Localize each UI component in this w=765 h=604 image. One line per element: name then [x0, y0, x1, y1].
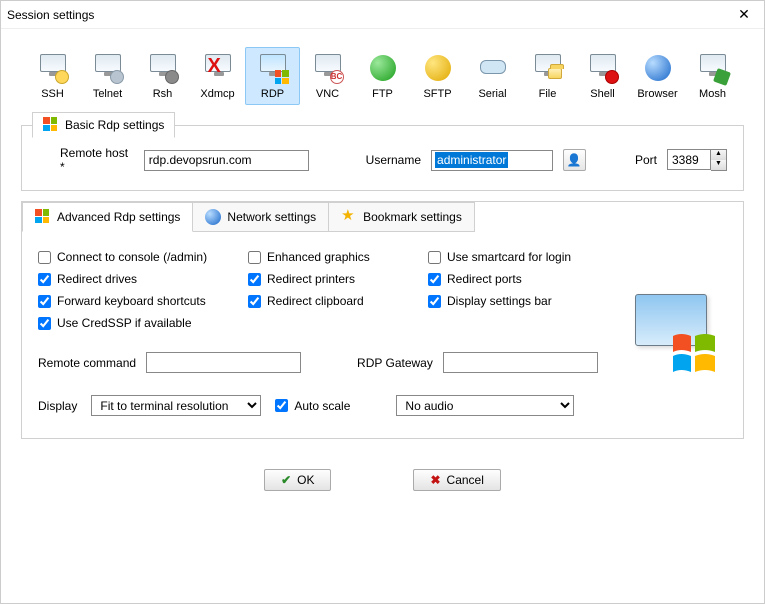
session-type-rsh[interactable]: Rsh [135, 47, 190, 105]
globe-icon [205, 209, 221, 225]
check-forward-keyboard[interactable]: Forward keyboard shortcuts [38, 294, 248, 308]
check-redirect-drives[interactable]: Redirect drives [38, 272, 248, 286]
rdp-gateway-label: RDP Gateway [357, 356, 433, 370]
rdp-gateway-input[interactable] [443, 352, 598, 373]
rdp-icon [43, 117, 59, 133]
remote-host-label: Remote host * [60, 146, 134, 174]
basic-rdp-tab: Basic Rdp settings [32, 112, 175, 138]
dialog-buttons: ✔ OK ✖ Cancel [1, 455, 764, 509]
check-connect-console[interactable]: Connect to console (/admin) [38, 250, 248, 264]
display-select[interactable]: Fit to terminal resolution [91, 395, 261, 416]
tab-bookmark-settings[interactable]: ★ Bookmark settings [328, 202, 475, 232]
port-down[interactable]: ▼ [711, 160, 726, 170]
window-title: Session settings [7, 8, 730, 22]
display-label: Display [38, 399, 77, 413]
tab-network-settings[interactable]: Network settings [192, 202, 329, 232]
username-input[interactable]: administrator [431, 150, 553, 171]
session-type-mosh[interactable]: Mosh [685, 47, 740, 105]
check-auto-scale[interactable]: Auto scale [275, 399, 350, 413]
person-icon: 👤 [567, 153, 582, 167]
remote-host-input[interactable] [144, 150, 309, 171]
port-label: Port [635, 153, 657, 167]
star-icon: ★ [341, 209, 357, 225]
session-type-browser[interactable]: Browser [630, 47, 685, 105]
port-up[interactable]: ▲ [711, 150, 726, 160]
basic-rdp-panel: Basic Rdp settings Remote host * Usernam… [21, 125, 744, 191]
check-redirect-ports[interactable]: Redirect ports [428, 272, 638, 286]
session-type-ssh[interactable]: SSH [25, 47, 80, 105]
settings-tabs-panel: Advanced Rdp settings Network settings ★… [21, 201, 744, 439]
port-input[interactable] [667, 149, 711, 170]
session-type-ftp[interactable]: FTP [355, 47, 410, 105]
port-spinner[interactable]: ▲▼ [667, 149, 727, 171]
ok-button[interactable]: ✔ OK [264, 469, 331, 491]
cross-icon: ✖ [430, 473, 440, 487]
session-type-telnet[interactable]: Telnet [80, 47, 135, 105]
session-type-sftp[interactable]: SFTP [410, 47, 465, 105]
check-icon: ✔ [281, 473, 291, 487]
session-type-shell[interactable]: Shell [575, 47, 630, 105]
session-type-serial[interactable]: Serial [465, 47, 520, 105]
session-type-toolbar: SSH Telnet Rsh XXdmcp RDP BCVNC FTP SFTP… [1, 29, 764, 111]
session-type-vnc[interactable]: BCVNC [300, 47, 355, 105]
check-smartcard[interactable]: Use smartcard for login [428, 250, 638, 264]
check-display-settings-bar[interactable]: Display settings bar [428, 294, 638, 308]
remote-command-input[interactable] [146, 352, 301, 373]
titlebar: Session settings ✕ [1, 1, 764, 29]
advanced-tab-body: Connect to console (/admin) Enhanced gra… [22, 232, 743, 438]
close-button[interactable]: ✕ [730, 5, 758, 25]
check-redirect-printers[interactable]: Redirect printers [248, 272, 428, 286]
audio-select[interactable]: No audio [396, 395, 574, 416]
check-redirect-clipboard[interactable]: Redirect clipboard [248, 294, 428, 308]
remote-command-label: Remote command [38, 356, 136, 370]
session-type-xdmcp[interactable]: XXdmcp [190, 47, 245, 105]
check-credssp[interactable]: Use CredSSP if available [38, 316, 248, 330]
rdp-illustration [627, 288, 719, 378]
rdp-icon [35, 209, 51, 225]
cancel-button[interactable]: ✖ Cancel [413, 469, 500, 491]
session-type-rdp[interactable]: RDP [245, 47, 300, 105]
username-picker-button[interactable]: 👤 [563, 149, 586, 171]
username-label: Username [366, 153, 421, 167]
check-enhanced-graphics[interactable]: Enhanced graphics [248, 250, 428, 264]
tab-advanced-rdp[interactable]: Advanced Rdp settings [22, 202, 193, 232]
windows-logo-icon [671, 332, 717, 376]
session-type-file[interactable]: File [520, 47, 575, 105]
